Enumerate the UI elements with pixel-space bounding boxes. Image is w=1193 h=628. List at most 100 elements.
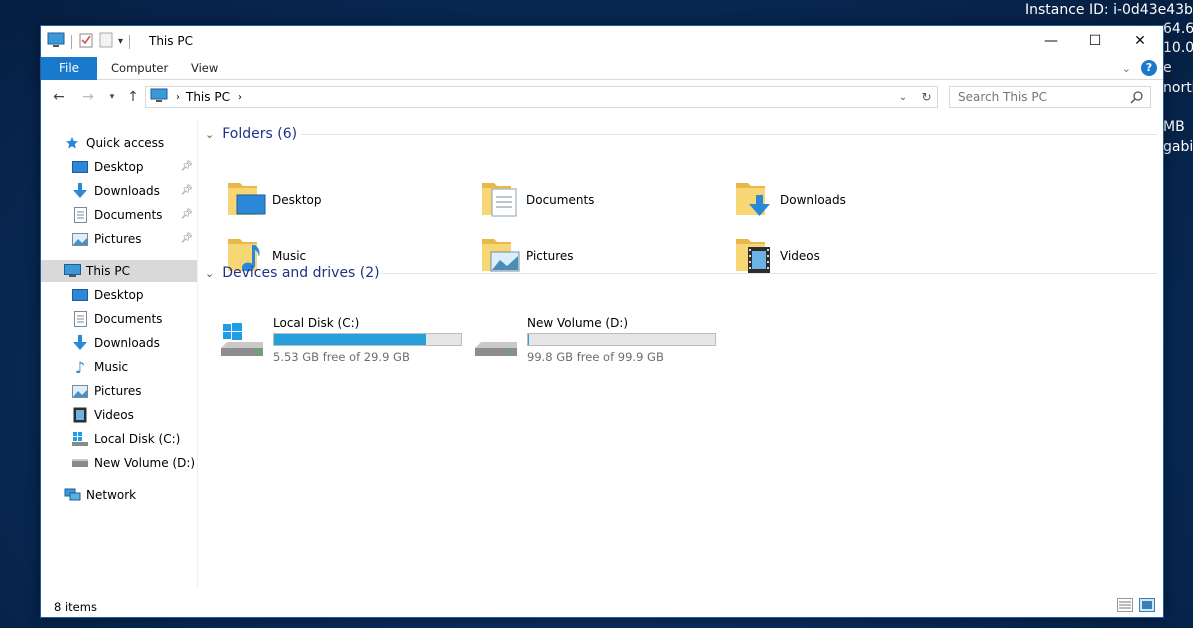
- view-toggle-group: [1117, 598, 1155, 615]
- breadcrumb-chevron-icon[interactable]: ›: [176, 92, 180, 103]
- folder-label: Desktop: [272, 193, 322, 207]
- collapse-chevron-icon[interactable]: ⌄: [205, 267, 214, 280]
- content-pane: ⌄ Folders (6) Desktop Documents Download…: [201, 118, 1161, 588]
- folder-label: Pictures: [526, 249, 574, 263]
- sidebar-item-label: Desktop: [94, 160, 144, 174]
- sidebar-item-label: Documents: [94, 208, 163, 222]
- toolbar-separator: [71, 34, 72, 49]
- sidebar-item-label: New Volume (D:): [94, 456, 196, 470]
- tab-file[interactable]: File: [41, 57, 97, 80]
- sidebar-item-new-volume-d[interactable]: New Volume (D:): [41, 452, 197, 474]
- help-icon[interactable]: ?: [1141, 60, 1157, 76]
- sidebar-item-label: Desktop: [94, 288, 144, 302]
- desktop-info-line: MB: [1163, 119, 1185, 135]
- document-icon: [71, 207, 89, 223]
- sidebar-item-label: Downloads: [94, 184, 160, 198]
- expand-ribbon-icon[interactable]: ⌄: [1122, 62, 1131, 75]
- sidebar-item-desktop[interactable]: Desktop: [41, 284, 197, 306]
- sidebar-item-label: Downloads: [94, 336, 160, 350]
- pin-icon[interactable]: 📌︎: [180, 185, 193, 196]
- sidebar-item-documents[interactable]: Documents: [41, 308, 197, 330]
- forward-arrow-icon[interactable]: →: [79, 87, 97, 107]
- file-explorer-window: ▾ This PC — ☐ ✕ File Computer View ⌄ ? ←…: [40, 25, 1164, 618]
- large-icons-view-icon[interactable]: [1139, 598, 1155, 615]
- group-divider: [381, 273, 1157, 274]
- new-folder-icon[interactable]: [98, 32, 114, 51]
- recent-locations-chevron-icon[interactable]: ▾: [103, 87, 121, 107]
- folder-label: Videos: [780, 249, 820, 263]
- desktop-info-line: 64.65: [1163, 21, 1193, 37]
- drive-local-disk-c[interactable]: Local Disk (C:) 5.53 GB free of 29.9 GB: [219, 316, 469, 366]
- minimize-button[interactable]: —: [1028, 26, 1074, 56]
- navigation-pane: Quick access Desktop 📌︎ Downloads 📌︎ Doc…: [41, 118, 197, 588]
- folders-group-header[interactable]: ⌄ Folders (6): [205, 124, 1157, 144]
- folder-label: Downloads: [780, 193, 846, 207]
- sidebar-item-videos[interactable]: Videos: [41, 404, 197, 426]
- breadcrumb-this-pc[interactable]: This PC: [186, 90, 230, 104]
- sidebar-item-label: Pictures: [94, 232, 142, 246]
- drive-new-volume-d[interactable]: New Volume (D:) 99.8 GB free of 99.9 GB: [473, 316, 723, 366]
- sidebar-item-quick-access[interactable]: Quick access: [41, 132, 197, 154]
- details-view-icon[interactable]: [1117, 598, 1133, 615]
- close-button[interactable]: ✕: [1117, 26, 1163, 56]
- computer-icon: [47, 32, 65, 51]
- properties-icon[interactable]: [78, 32, 94, 51]
- sidebar-item-qa-documents[interactable]: Documents 📌︎: [41, 204, 197, 226]
- sidebar-item-network[interactable]: Network: [41, 484, 197, 506]
- folder-label: Music: [272, 249, 307, 263]
- computer-icon: [150, 88, 168, 106]
- pane-divider[interactable]: [197, 118, 198, 588]
- window-title: This PC: [149, 34, 193, 48]
- sidebar-item-qa-desktop[interactable]: Desktop 📌︎: [41, 156, 197, 178]
- address-bar[interactable]: › This PC › ⌄: [145, 86, 938, 108]
- up-arrow-icon[interactable]: ↑: [124, 87, 142, 107]
- sidebar-item-music[interactable]: ♪ Music: [41, 356, 197, 378]
- sidebar-item-label: Documents: [94, 312, 163, 326]
- search-input[interactable]: [958, 90, 1128, 104]
- sidebar-item-label: Videos: [94, 408, 134, 422]
- tab-view[interactable]: View: [191, 57, 218, 80]
- quick-access-toolbar: ▾: [47, 32, 132, 51]
- folder-documents[interactable]: Documents: [481, 177, 721, 223]
- pin-icon[interactable]: 📌︎: [180, 209, 193, 220]
- toolbar-separator: [129, 34, 131, 49]
- desktop-info-line: gabit: [1163, 139, 1193, 155]
- ribbon-tabs: File Computer View ⌄ ?: [41, 57, 1163, 80]
- drive-name: New Volume (D:): [527, 316, 629, 330]
- tab-computer[interactable]: Computer: [111, 57, 168, 80]
- desktop-icon: [71, 159, 89, 175]
- status-bar: 8 items: [41, 594, 1163, 618]
- sidebar-item-label: Network: [86, 488, 137, 502]
- navigation-bar: ← → ▾ ↑ › This PC › ⌄ ↻: [41, 84, 1163, 110]
- refresh-icon[interactable]: ↻: [916, 86, 938, 108]
- film-icon: [71, 407, 89, 423]
- folder-label: Documents: [526, 193, 595, 207]
- pictures-icon: [71, 231, 89, 247]
- pin-icon[interactable]: 📌︎: [180, 161, 193, 172]
- sidebar-item-downloads[interactable]: Downloads: [41, 332, 197, 354]
- maximize-button[interactable]: ☐: [1072, 26, 1118, 56]
- breadcrumb-chevron-icon[interactable]: ›: [238, 92, 242, 103]
- sidebar-item-label: Music: [94, 360, 129, 374]
- folder-desktop[interactable]: Desktop: [227, 177, 467, 223]
- back-arrow-icon[interactable]: ←: [50, 87, 68, 107]
- drive-usage-bar: [273, 333, 462, 346]
- drives-group-header[interactable]: ⌄ Devices and drives (2): [205, 263, 1157, 283]
- search-box[interactable]: [949, 86, 1151, 108]
- customize-toolbar-dropdown-icon[interactable]: ▾: [118, 36, 123, 47]
- windows-drive-icon: [71, 431, 89, 447]
- pin-icon[interactable]: 📌︎: [180, 233, 193, 244]
- sidebar-item-pictures[interactable]: Pictures: [41, 380, 197, 402]
- desktop-info-line: 10.0: [1163, 40, 1193, 56]
- sidebar-item-local-disk-c[interactable]: Local Disk (C:): [41, 428, 197, 450]
- sidebar-item-qa-pictures[interactable]: Pictures 📌︎: [41, 228, 197, 250]
- folder-downloads[interactable]: Downloads: [735, 177, 975, 223]
- address-dropdown-icon[interactable]: ⌄: [893, 87, 913, 107]
- collapse-chevron-icon[interactable]: ⌄: [205, 128, 214, 141]
- sidebar-item-this-pc[interactable]: This PC: [41, 260, 197, 282]
- search-icon[interactable]: [1130, 90, 1144, 107]
- sidebar-item-label: Local Disk (C:): [94, 432, 181, 446]
- instance-id-text: Instance ID: i-0d43e43b50: [1025, 2, 1193, 18]
- sidebar-item-qa-downloads[interactable]: Downloads 📌︎: [41, 180, 197, 202]
- folder-downloads-icon: [735, 177, 775, 223]
